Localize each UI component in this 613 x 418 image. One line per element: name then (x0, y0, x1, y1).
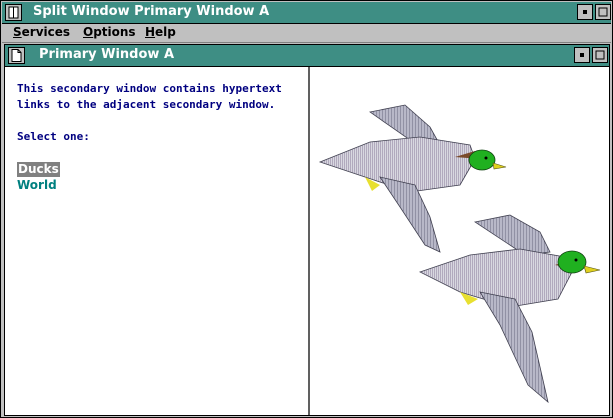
link-ducks[interactable]: Ducks (17, 162, 60, 177)
flying-ducks-image (318, 104, 601, 404)
window-title: Split Window Primary Window A (33, 4, 270, 19)
menu-options[interactable]: Options (83, 25, 136, 39)
document-title: Primary Window A (39, 47, 175, 62)
menu-services-mnemonic: S (13, 25, 22, 39)
description-line-2: links to the adjacent secondary window. (17, 98, 276, 111)
menu-help[interactable]: Help (145, 25, 176, 39)
maximize-button[interactable] (595, 4, 611, 20)
menu-services-label: ervices (21, 25, 71, 39)
system-menu-icon[interactable] (5, 4, 22, 21)
hypertext-pane: This secondary window contains hypertext… (5, 67, 310, 415)
doc-minimize-button[interactable] (574, 47, 590, 63)
link-world[interactable]: World (17, 178, 57, 193)
menu-help-mnemonic: H (145, 25, 156, 39)
window-titlebar[interactable]: Split Window Primary Window A (2, 2, 611, 24)
duck-2 (418, 214, 601, 404)
menu-services[interactable]: Services (13, 25, 70, 39)
document-window: Primary Window A This secondary window c… (4, 44, 610, 416)
menu-options-label: ptions (93, 25, 136, 39)
duck-1 (318, 104, 507, 253)
menubar: Services Options Help (2, 24, 611, 43)
menu-options-mnemonic: O (83, 25, 94, 39)
document-icon[interactable] (8, 47, 25, 64)
document-titlebar[interactable]: Primary Window A (5, 45, 609, 67)
menu-help-label: elp (155, 25, 176, 39)
description-line-1: This secondary window contains hypertext (17, 82, 282, 95)
select-prompt: Select one: (17, 130, 90, 143)
doc-maximize-button[interactable] (592, 47, 608, 63)
app-window: Split Window Primary Window A Services O… (0, 0, 613, 418)
minimize-button[interactable] (577, 4, 593, 20)
image-pane (310, 67, 609, 415)
